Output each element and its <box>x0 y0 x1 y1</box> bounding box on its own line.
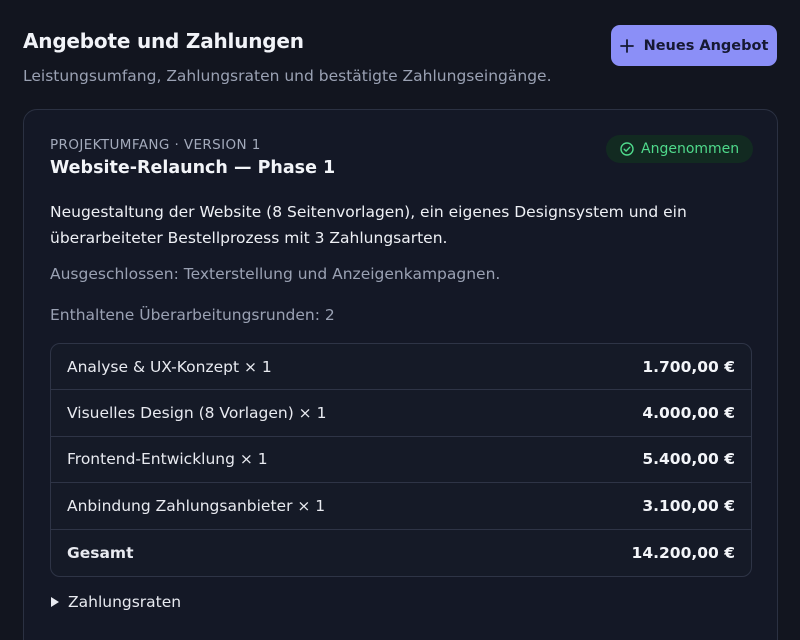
total-row: Gesamt 14.200,00 € <box>51 530 751 576</box>
offer-revisions: Enthaltene Überarbeitungsrunden: 2 <box>50 306 335 324</box>
offer-title: Website-Relaunch — Phase 1 <box>50 158 336 178</box>
offer-excluded: Ausgeschlossen: Texterstellung und Anzei… <box>50 265 501 283</box>
total-label: Gesamt <box>67 543 134 562</box>
page-title: Angebote und Zahlungen <box>23 29 304 53</box>
offer-card: PROJEKTUMFANG · VERSION 1 Website-Relaun… <box>23 109 778 640</box>
line-item-label: Analyse & UX-Konzept × 1 <box>67 357 272 376</box>
disclosure-triangle-icon <box>51 597 59 607</box>
line-item-label: Anbindung Zahlungsanbieter × 1 <box>67 496 326 515</box>
new-offer-button-label: Neues Angebot <box>643 37 769 54</box>
installments-label: Zahlungsraten <box>68 593 182 611</box>
new-offer-button[interactable]: Neues Angebot <box>611 25 777 66</box>
total-amount: 14.200,00 € <box>631 543 735 562</box>
line-item-amount: 5.400,00 € <box>642 450 735 469</box>
check-circle-icon <box>620 142 634 156</box>
line-item-amount: 4.000,00 € <box>642 404 735 423</box>
plus-icon <box>619 38 634 53</box>
line-items-table: Analyse & UX-Konzept × 1 1.700,00 € Visu… <box>50 343 752 577</box>
line-item-row: Analyse & UX-Konzept × 1 1.700,00 € <box>51 344 751 391</box>
offer-description: Neugestaltung der Website (8 Seitenvorla… <box>50 203 687 247</box>
line-item-label: Visuelles Design (8 Vorlagen) × 1 <box>67 404 327 423</box>
installments-toggle[interactable]: Zahlungsraten <box>50 593 181 611</box>
offers-payments-page: Angebote und Zahlungen Leistungsumfang, … <box>0 0 800 640</box>
page-subtitle: Leistungsumfang, Zahlungsraten und bestä… <box>23 67 552 85</box>
offer-eyebrow: PROJEKTUMFANG · VERSION 1 <box>50 137 261 153</box>
line-item-row: Visuelles Design (8 Vorlagen) × 1 4.000,… <box>51 390 751 437</box>
line-item-amount: 1.700,00 € <box>642 357 735 376</box>
line-item-row: Anbindung Zahlungsanbieter × 1 3.100,00 … <box>51 483 751 530</box>
line-item-row: Frontend-Entwicklung × 1 5.400,00 € <box>51 437 751 484</box>
line-item-label: Frontend-Entwicklung × 1 <box>67 450 268 469</box>
line-item-amount: 3.100,00 € <box>642 496 735 515</box>
status-badge-label: Angenommen <box>641 141 740 157</box>
status-badge: Angenommen <box>606 135 754 163</box>
